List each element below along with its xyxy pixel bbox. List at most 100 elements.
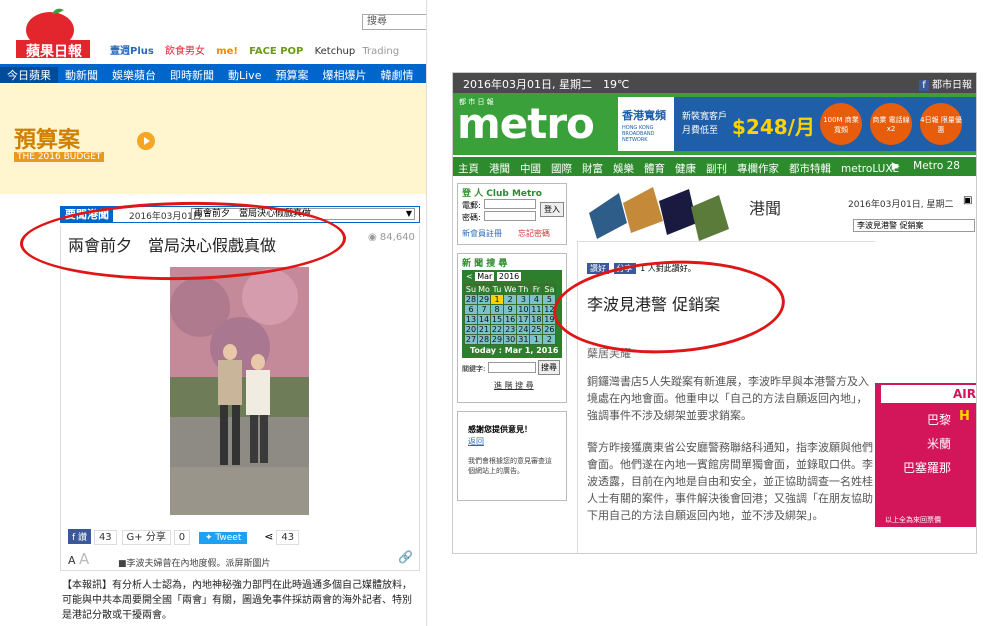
calendar-day[interactable]: 21 <box>477 324 491 335</box>
nav-item[interactable]: 動Live <box>221 67 268 83</box>
nav-item[interactable]: 健康 <box>670 160 701 176</box>
nav-item[interactable]: 韓劇情 <box>373 67 420 83</box>
calendar-day[interactable]: 15 <box>490 314 504 325</box>
article-select[interactable]: 李波見港警 促銷案 <box>853 219 975 232</box>
nav-item[interactable]: 多 <box>420 67 426 83</box>
airline-ad[interactable]: ▷ AIR 巴黎 米蘭 巴塞羅那 H 以上全為來回票價 <box>875 383 976 527</box>
calendar-today[interactable]: Today : Mar 1, 2016 <box>470 346 559 355</box>
calendar-day[interactable]: 22 <box>490 324 504 335</box>
calendar-day[interactable]: 6 <box>464 304 478 315</box>
calendar-day[interactable]: 24 <box>516 324 531 335</box>
partner-logo[interactable]: Ketchup <box>315 46 356 57</box>
calendar-day-today[interactable]: 1 <box>490 294 504 305</box>
section-photo-collage <box>589 187 729 241</box>
calendar-day[interactable]: 4 <box>529 294 544 305</box>
metro-logo[interactable]: metro <box>457 99 595 148</box>
search-button[interactable]: 搜尋 <box>538 360 560 375</box>
email-field[interactable] <box>484 199 536 209</box>
nav-item[interactable]: 主頁 <box>453 160 484 176</box>
nav-item[interactable]: 財富 <box>577 160 608 176</box>
calendar-day[interactable]: 11 <box>529 304 544 315</box>
nav-item[interactable]: 即時新聞 <box>163 67 221 83</box>
metro-page: 2016年03月01日, 星期二 19℃ f 都市日報 都 市 日 報 metr… <box>452 72 977 554</box>
apple-daily-logo[interactable]: 蘋果日報 <box>12 8 94 60</box>
font-larger-button[interactable]: A <box>79 550 89 568</box>
share-icon[interactable]: ⋖ <box>264 530 273 543</box>
weekday: Sa <box>542 284 557 295</box>
advanced-search-link[interactable]: 進 階 搜 尋 <box>494 380 534 391</box>
weekday: Th <box>516 284 531 295</box>
partner-logo[interactable]: 飲食男女 <box>165 46 205 57</box>
search-input[interactable]: 搜尋 <box>362 14 426 30</box>
nav-item[interactable]: 港聞 <box>484 160 515 176</box>
partner-logo[interactable]: Trading <box>362 46 399 57</box>
nav-item[interactable]: 副刊 <box>701 160 732 176</box>
gplus-share-button[interactable]: G+ 分享 <box>121 530 171 545</box>
calendar-day[interactable]: 1 <box>529 334 544 345</box>
calendar-day[interactable]: 9 <box>502 304 518 315</box>
nav-item[interactable]: 體育 <box>639 160 670 176</box>
calendar-day[interactable]: 3 <box>516 294 531 305</box>
nav-item[interactable]: 爆相爆片 <box>315 67 373 83</box>
play-icon[interactable] <box>137 132 155 150</box>
calendar-day[interactable]: 28 <box>464 294 478 305</box>
nav-item[interactable]: 專欄作家 <box>732 160 784 176</box>
calendar-day[interactable]: 27 <box>464 334 478 345</box>
calendar[interactable]: < Mar 2016 Su Mo Tu We Th Fr Sa 28 29 1 2 3 4 5 6789… <box>462 270 562 358</box>
calendar-grid: Su Mo Tu We Th Fr Sa 28 29 1 2 3 4 5 6 7 8 9 10 11 12 13 14… <box>464 284 557 345</box>
nav-item[interactable]: 國際 <box>546 160 577 176</box>
nav-item[interactable]: 娛樂蘋台 <box>105 67 163 83</box>
broadband-ad[interactable]: 香港寬頻 HONG KONG BROADBAND NETWORK 新裝寬客戶 月… <box>618 97 976 151</box>
calendar-day[interactable]: 28 <box>477 334 491 345</box>
calendar-day[interactable]: 14 <box>477 314 491 325</box>
font-size-controls: A A <box>68 550 89 568</box>
calendar-day[interactable]: 29 <box>477 294 491 305</box>
keyword-input[interactable] <box>488 362 536 373</box>
facebook-link[interactable]: f 都市日報 <box>919 76 972 91</box>
password-field[interactable] <box>484 211 536 221</box>
share-count: 43 <box>276 530 300 545</box>
prev-month-icon[interactable]: < <box>466 272 473 281</box>
calendar-day[interactable]: 17 <box>516 314 531 325</box>
nav-item[interactable]: 動新聞 <box>58 67 105 83</box>
calendar-day[interactable]: 16 <box>502 314 518 325</box>
partner-logo[interactable]: me! <box>216 46 238 57</box>
link-icon[interactable]: 🔗 <box>398 550 413 564</box>
news-search-title: 新 聞 搜 尋 <box>462 259 508 269</box>
register-link[interactable]: 新會員註冊 <box>462 228 502 239</box>
tv-link[interactable]: ▶ Metro 28 <box>882 157 970 175</box>
forgot-password-link[interactable]: 忘記密碼 <box>518 228 550 239</box>
printer-icon[interactable]: ▣ <box>963 195 972 206</box>
calendar-day[interactable]: 2 <box>502 294 518 305</box>
nav-item[interactable]: 預算案 <box>268 67 315 83</box>
nav-item[interactable]: 都市特輯 <box>784 160 836 176</box>
calendar-day[interactable]: 7 <box>477 304 491 315</box>
calendar-day[interactable]: 2 <box>542 334 557 345</box>
calendar-day[interactable]: 20 <box>464 324 478 335</box>
login-button[interactable]: 登入 <box>540 202 564 217</box>
nav-item[interactable]: 今日蘋果 <box>0 67 58 83</box>
calendar-day[interactable]: 18 <box>529 314 544 325</box>
calendar-day[interactable]: 10 <box>516 304 531 315</box>
feedback-back-link[interactable]: 返回 <box>468 436 484 447</box>
article-photo[interactable] <box>170 267 309 515</box>
nav-item[interactable]: 娛樂 <box>608 160 639 176</box>
calendar-day[interactable]: 8 <box>490 304 504 315</box>
calendar-day[interactable]: 30 <box>502 334 518 345</box>
calendar-day[interactable]: 26 <box>542 324 557 335</box>
calendar-day[interactable]: 25 <box>529 324 544 335</box>
font-smaller-button[interactable]: A <box>68 554 76 567</box>
tweet-button[interactable]: ✦ Tweet <box>198 532 248 544</box>
partner-logo[interactable]: FACE POP <box>249 46 303 57</box>
month-select[interactable]: Mar <box>475 272 495 281</box>
partner-logo[interactable]: 壹週Plus <box>110 46 154 57</box>
budget-banner[interactable]: 預算案 THE 2016 BUDGET <box>0 84 426 194</box>
calendar-day[interactable]: 31 <box>516 334 531 345</box>
fb-like-button[interactable]: f 讚 <box>68 529 92 544</box>
adchoices-icon[interactable]: ▷ <box>875 383 880 389</box>
calendar-day[interactable]: 23 <box>502 324 518 335</box>
year-select[interactable]: 2016 <box>496 272 522 281</box>
calendar-day[interactable]: 13 <box>464 314 478 325</box>
nav-item[interactable]: 中國 <box>515 160 546 176</box>
calendar-day[interactable]: 29 <box>490 334 504 345</box>
